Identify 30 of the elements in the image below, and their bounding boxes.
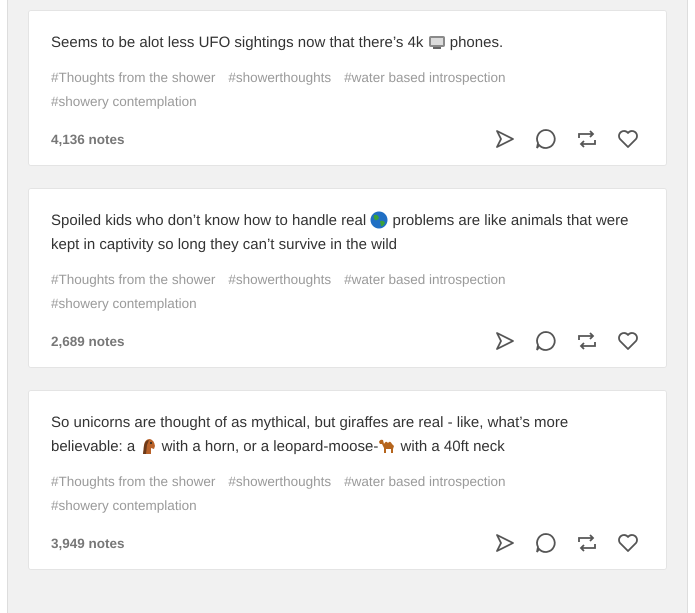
- camel-icon: [378, 438, 396, 454]
- tag-link[interactable]: #water based introspection: [344, 67, 506, 89]
- notes-count[interactable]: 4,136 notes: [51, 132, 125, 146]
- tag-link[interactable]: #showery contemplation: [51, 495, 197, 517]
- television-icon: [428, 34, 446, 50]
- tag-link[interactable]: #showerthoughts: [228, 67, 332, 89]
- heart-icon[interactable]: [616, 531, 640, 555]
- comment-icon[interactable]: [534, 531, 558, 555]
- tag-link[interactable]: #showerthoughts: [228, 269, 332, 291]
- tag-link[interactable]: #Thoughts from the shower: [51, 67, 216, 89]
- comment-icon[interactable]: [534, 127, 558, 151]
- notes-count[interactable]: 3,949 notes: [51, 536, 125, 550]
- share-icon[interactable]: [493, 127, 517, 151]
- post-text: So unicorns are thought of as mythical, but giraffes are real - like, what’s more believable: a with a horn, or a leopard-moose- with a 40ft neck: [51, 413, 570, 457]
- notes-count[interactable]: 2,689 notes: [51, 334, 125, 348]
- post-text: Spoiled kids who don’t know how to handle real problems are like animals that were kept in captivity so long they can’t survive in the wild: [51, 210, 630, 255]
- post-text: Seems to be alot less UFO sightings now that there’s 4k phones.: [51, 33, 504, 53]
- share-icon[interactable]: [493, 531, 517, 555]
- tag-link[interactable]: #water based introspection: [344, 471, 506, 493]
- tag-link[interactable]: #Thoughts from the shower: [51, 471, 216, 493]
- heart-icon[interactable]: [616, 329, 640, 353]
- heart-icon[interactable]: [616, 127, 640, 151]
- comment-icon[interactable]: [534, 329, 558, 353]
- tag-link[interactable]: #water based introspection: [344, 269, 506, 291]
- tag-link[interactable]: #showery contemplation: [51, 293, 197, 315]
- tag-link[interactable]: #showery contemplation: [51, 91, 197, 113]
- tag-link[interactable]: #showerthoughts: [228, 471, 332, 493]
- globe-icon: [370, 211, 388, 229]
- share-icon[interactable]: [493, 329, 517, 353]
- tag-link[interactable]: #Thoughts from the shower: [51, 269, 216, 291]
